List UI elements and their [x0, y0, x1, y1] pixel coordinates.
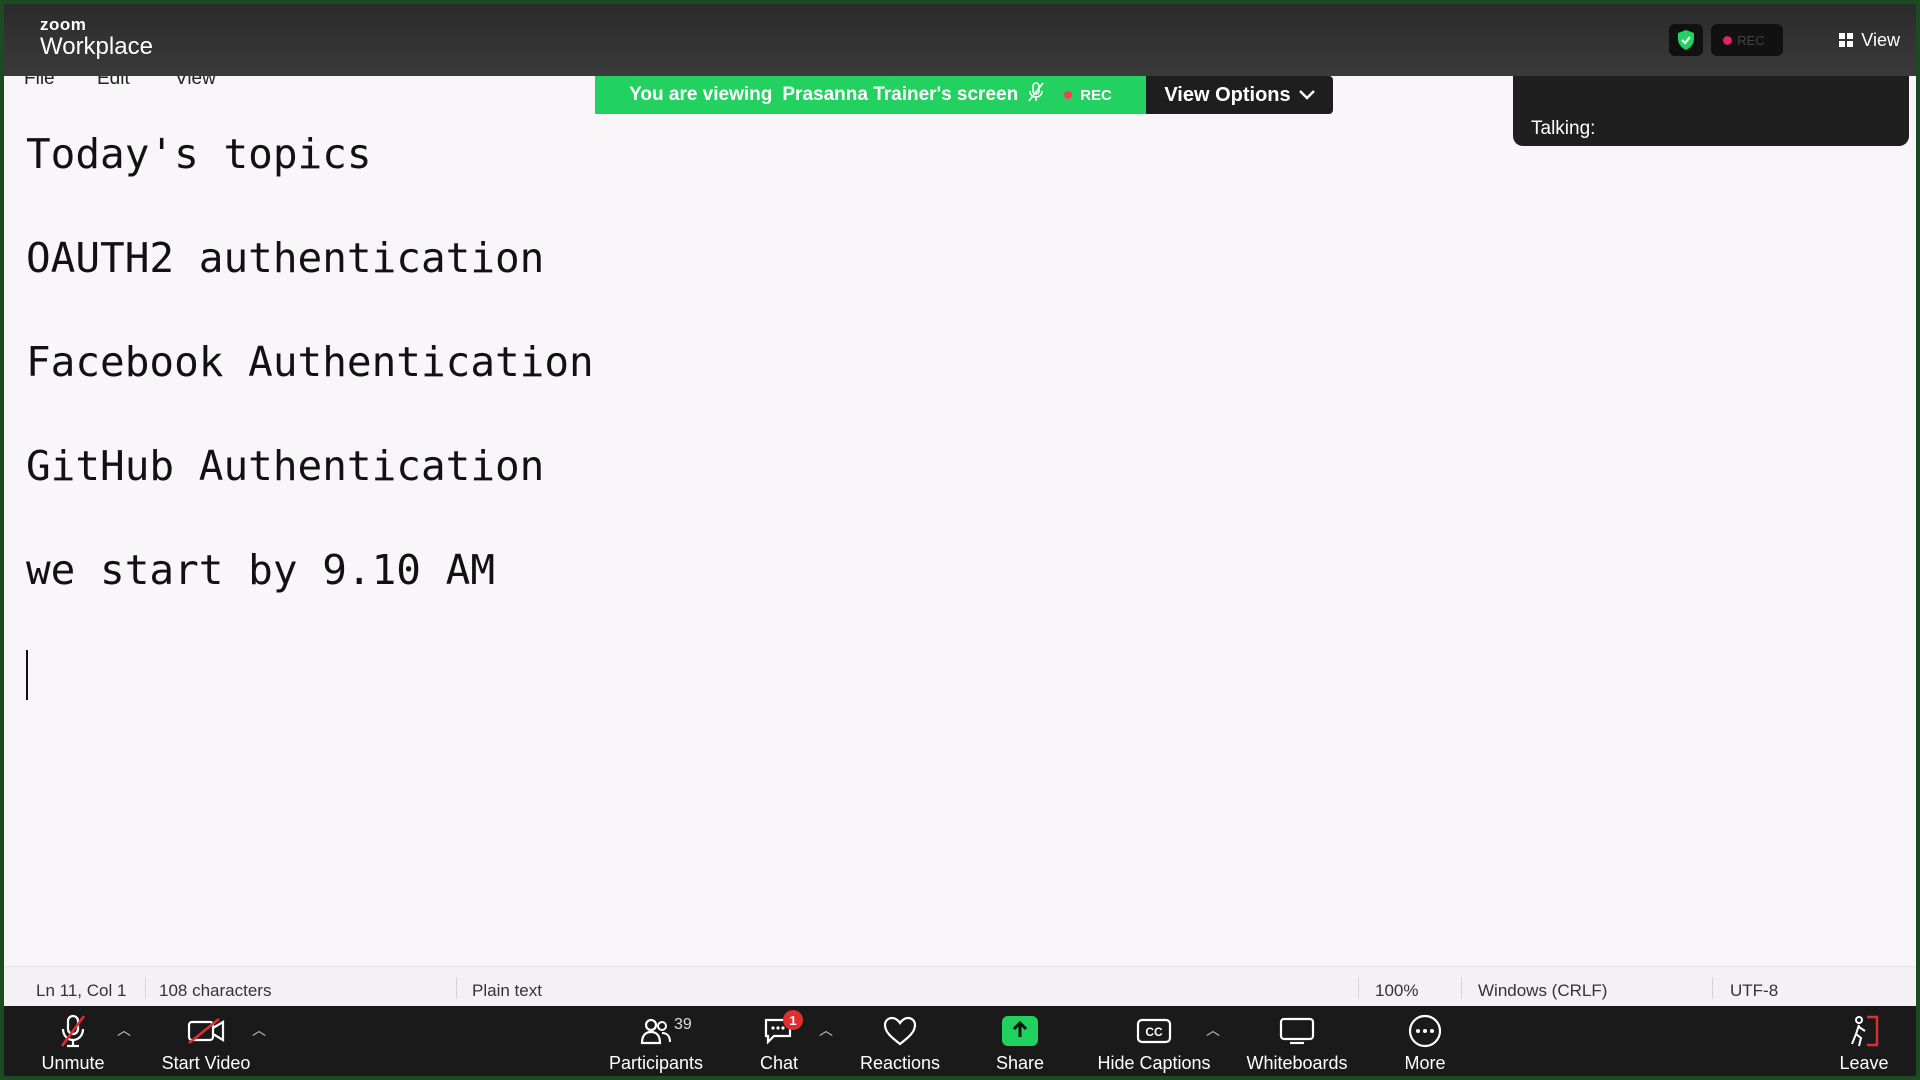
character-count[interactable]: 108 characters — [159, 981, 271, 1001]
unmute-button[interactable]: Unmute — [34, 1006, 112, 1076]
presenter-name: Prasanna Trainer's screen — [782, 84, 1019, 105]
zoom-logo: zoom Workplace — [40, 16, 153, 59]
start-video-label: Start Video — [161, 1053, 251, 1073]
status-divider — [1461, 977, 1462, 999]
text-line: we start by 9.10 AM — [26, 546, 495, 594]
cursor-position[interactable]: Ln 11, Col 1 — [36, 981, 126, 1001]
text-line: GitHub Authentication — [26, 442, 545, 490]
heart-icon — [878, 1013, 922, 1049]
leave-button[interactable]: Leave — [1834, 1006, 1894, 1076]
audio-options-chevron-icon[interactable]: ︿ — [117, 1020, 131, 1040]
more-icon — [1403, 1013, 1447, 1049]
zoom-toolbar: Unmute ︿ Start Video ︿ Participants 39 1… — [4, 1006, 1916, 1076]
participants-button[interactable]: Participants — [604, 1006, 708, 1076]
reactions-button[interactable]: Reactions — [856, 1006, 944, 1076]
chat-options-chevron-icon[interactable]: ︿ — [819, 1020, 833, 1040]
line-ending[interactable]: Windows (CRLF) — [1478, 981, 1607, 1001]
closed-captions-icon: CC — [1132, 1013, 1176, 1049]
reactions-label: Reactions — [859, 1053, 941, 1073]
text-line: Facebook Authentication — [26, 338, 594, 386]
encoding[interactable]: UTF-8 — [1730, 981, 1778, 1001]
video-off-icon — [184, 1013, 228, 1049]
leave-icon — [1842, 1013, 1886, 1049]
unmute-label: Unmute — [41, 1053, 105, 1073]
top-right-controls: REC View — [1669, 24, 1916, 56]
zoom-level[interactable]: 100% — [1375, 981, 1418, 1001]
zoom-brand: Workplace — [40, 33, 153, 60]
captions-options-chevron-icon[interactable]: ︿ — [1206, 1020, 1220, 1040]
muted-microphone-icon — [51, 1013, 95, 1049]
participants-label: Participants — [608, 1053, 704, 1073]
notepad-status-bar: Ln 11, Col 1 108 characters Plain text 1… — [4, 966, 1916, 1006]
recording-label: REC — [1737, 32, 1765, 48]
view-button[interactable]: View — [1839, 30, 1900, 51]
more-label: More — [1404, 1053, 1446, 1073]
whiteboard-icon — [1275, 1013, 1319, 1049]
view-options-button[interactable]: View Options — [1146, 76, 1333, 114]
svg-text:CC: CC — [1145, 1025, 1163, 1039]
view-label: View — [1861, 29, 1900, 50]
start-video-button[interactable]: Start Video — [154, 1006, 258, 1076]
status-divider — [145, 977, 146, 999]
share-icon — [998, 1013, 1042, 1049]
more-button[interactable]: More — [1395, 1006, 1455, 1076]
status-divider — [1358, 977, 1359, 999]
status-divider — [456, 977, 457, 999]
leave-label: Leave — [1839, 1053, 1889, 1073]
whiteboards-button[interactable]: Whiteboards — [1244, 1006, 1350, 1076]
hide-captions-button[interactable]: CC Hide Captions — [1096, 1006, 1212, 1076]
participants-icon — [634, 1013, 678, 1049]
text-format[interactable]: Plain text — [472, 981, 542, 1001]
zoom-window: File Edit View zoom Workplace REC View Y… — [0, 0, 1920, 1080]
banner-rec-label: REC — [1080, 86, 1112, 104]
status-divider — [1712, 977, 1713, 999]
record-dot-icon — [1723, 35, 1733, 45]
chat-label: Chat — [759, 1053, 799, 1073]
notepad-editor[interactable]: Today's topics OAUTH2 authentication Fac… — [26, 126, 1906, 646]
viewing-indicator: You are viewing Prasanna Trainer's scree… — [595, 76, 1146, 114]
share-button[interactable]: Share — [984, 1006, 1056, 1076]
zoom-brand-small: zoom — [40, 15, 87, 34]
recording-indicator[interactable]: REC — [1711, 24, 1784, 56]
chat-icon: 1 — [757, 1010, 803, 1049]
muted-mic-icon — [1028, 82, 1044, 108]
view-options-label: View Options — [1164, 83, 1291, 106]
chevron-down-icon — [1298, 87, 1315, 103]
rec-dot-icon — [1064, 91, 1073, 99]
share-label: Share — [995, 1053, 1045, 1073]
participants-count: 39 — [674, 1016, 692, 1033]
zoom-top-bar: zoom Workplace REC View — [4, 4, 1916, 76]
text-caret — [26, 650, 28, 700]
grid-icon — [1839, 33, 1854, 47]
text-line: OAUTH2 authentication — [26, 234, 545, 282]
whiteboards-label: Whiteboards — [1246, 1053, 1348, 1073]
screen-share-banner: You are viewing Prasanna Trainer's scree… — [595, 76, 1333, 114]
chat-badge: 1 — [783, 1010, 803, 1030]
video-options-chevron-icon[interactable]: ︿ — [252, 1020, 266, 1040]
text-line: Today's topics — [26, 130, 372, 178]
viewing-prefix: You are viewing — [629, 84, 773, 105]
chat-button[interactable]: 1 Chat — [749, 1006, 809, 1076]
hide-captions-label: Hide Captions — [1097, 1053, 1211, 1073]
security-shield-icon[interactable] — [1669, 24, 1704, 56]
